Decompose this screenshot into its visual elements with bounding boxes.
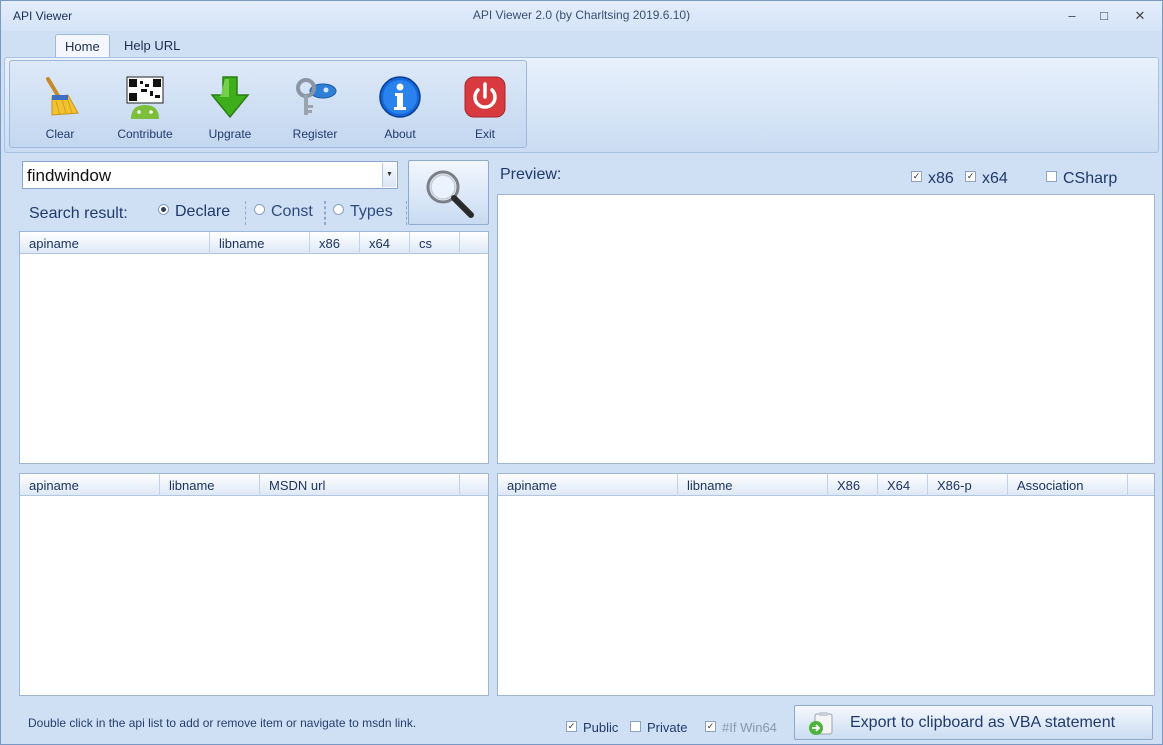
checkbox-checked-icon: ✓	[566, 721, 577, 733]
radio-types[interactable]: Types	[333, 203, 393, 221]
checkbox-x86[interactable]: ✓ x86	[911, 170, 954, 188]
contribute-label: Contribute	[117, 127, 173, 141]
exit-button[interactable]: Exit	[445, 63, 525, 147]
search-results-grid[interactable]: apiname libname x86 x64 cs	[19, 231, 489, 464]
key-icon	[296, 78, 337, 115]
col-x86[interactable]: x86	[310, 232, 360, 254]
export-button[interactable]: Export to clipboard as VBA statement	[794, 705, 1153, 740]
checkbox-x64-label: x64	[982, 170, 1008, 187]
checkbox-private[interactable]: Private	[630, 720, 687, 735]
search-input[interactable]: findwindow	[27, 166, 111, 186]
checkbox-csharp[interactable]: CSharp	[1046, 170, 1117, 188]
radio-const-label: Const	[271, 203, 313, 220]
association-grid[interactable]: apiname libname X86 X64 X86-p Associatio…	[497, 473, 1155, 696]
radio-dot-icon	[333, 204, 344, 216]
search-result-label: Search result:	[29, 205, 128, 222]
title-bar: API Viewer API Viewer 2.0 (by Charltsing…	[1, 1, 1162, 31]
qr-android-icon	[126, 76, 164, 119]
col-libname[interactable]: libname	[210, 232, 310, 254]
radio-declare[interactable]: Declare	[158, 203, 230, 221]
hint-text: Double click in the api list to add or r…	[28, 716, 417, 730]
checkbox-if-win64-label: #If Win64	[722, 720, 777, 735]
radio-types-label: Types	[350, 203, 393, 220]
col-x86-p[interactable]: X86-p	[928, 474, 1008, 496]
register-label: Register	[292, 127, 338, 141]
chevron-down-icon[interactable]: ▼	[382, 163, 396, 187]
checkbox-csharp-label: CSharp	[1063, 170, 1118, 187]
col-libname[interactable]: libname	[678, 474, 828, 496]
checkbox-public[interactable]: ✓ Public	[566, 720, 618, 735]
preview-textarea[interactable]	[497, 194, 1155, 464]
clipboard-export-icon	[809, 712, 833, 735]
upgrate-button[interactable]: Upgrate	[190, 63, 270, 147]
clear-label: Clear	[45, 127, 75, 141]
close-button[interactable]: ✕	[1130, 7, 1150, 25]
checkbox-x64[interactable]: ✓ x64	[965, 170, 1008, 188]
grid-header: apiname libname MSDN url	[20, 474, 488, 496]
col-x64[interactable]: X64	[878, 474, 928, 496]
grid-header: apiname libname x86 x64 cs	[20, 232, 488, 254]
search-combobox[interactable]: findwindow ▼	[22, 161, 398, 189]
minimize-button[interactable]: –	[1062, 7, 1082, 25]
checkbox-x86-label: x86	[928, 170, 954, 187]
checkbox-private-label: Private	[647, 720, 688, 735]
radio-dot-icon	[158, 204, 169, 216]
maximize-button[interactable]: □	[1094, 7, 1114, 25]
checkbox-empty-icon	[1046, 171, 1057, 183]
grid-header: apiname libname X86 X64 X86-p Associatio…	[498, 474, 1154, 496]
export-label: Export to clipboard as VBA statement	[850, 714, 1116, 731]
col-x86[interactable]: X86	[828, 474, 878, 496]
power-icon	[464, 76, 506, 118]
ribbon-group-main: Clear Contribute Upgrate Register About …	[9, 60, 527, 148]
radio-dot-icon	[254, 204, 265, 216]
window-caption: API Viewer 2.0 (by Charltsing 2019.6.10)	[472, 8, 691, 22]
checkbox-checked-icon: ✓	[965, 171, 976, 183]
preview-label: Preview:	[500, 166, 562, 183]
col-msdn-url[interactable]: MSDN url	[260, 474, 460, 496]
broom-icon	[46, 77, 79, 116]
col-apiname[interactable]: apiname	[20, 474, 160, 496]
checkbox-checked-icon: ✓	[705, 721, 716, 733]
col-cs[interactable]: cs	[410, 232, 460, 254]
radio-declare-label: Declare	[175, 203, 231, 220]
ribbon: Clear Contribute Upgrate Register About …	[4, 57, 1159, 153]
col-x64[interactable]: x64	[360, 232, 410, 254]
checkbox-if-win64: ✓ #If Win64	[705, 720, 777, 735]
col-association[interactable]: Association	[1008, 474, 1128, 496]
checkbox-checked-icon: ✓	[911, 171, 922, 183]
about-button[interactable]: About	[360, 63, 440, 147]
exit-label: Exit	[474, 127, 495, 141]
col-apiname[interactable]: apiname	[498, 474, 678, 496]
api-viewer-window: API Viewer API Viewer 2.0 (by Charltsing…	[0, 0, 1163, 745]
contribute-button[interactable]: Contribute	[105, 63, 185, 147]
register-button[interactable]: Register	[275, 63, 355, 147]
checkbox-empty-icon	[630, 721, 641, 733]
search-button[interactable]	[408, 160, 489, 225]
col-apiname[interactable]: apiname	[20, 232, 210, 254]
tab-home[interactable]: Home	[55, 34, 110, 57]
selected-api-grid[interactable]: apiname libname MSDN url	[19, 473, 489, 696]
clear-button[interactable]: Clear	[20, 63, 100, 147]
down-arrow-icon	[210, 76, 250, 119]
radio-const[interactable]: Const	[254, 203, 313, 221]
tab-help-url[interactable]: Help URL	[115, 34, 189, 57]
info-icon	[379, 76, 421, 118]
ribbon-tabs: Home Help URL	[1, 31, 1162, 57]
about-label: About	[384, 127, 416, 141]
checkbox-public-label: Public	[583, 720, 619, 735]
magnifier-icon	[426, 170, 474, 218]
upgrate-label: Upgrate	[208, 127, 252, 141]
col-libname[interactable]: libname	[160, 474, 260, 496]
